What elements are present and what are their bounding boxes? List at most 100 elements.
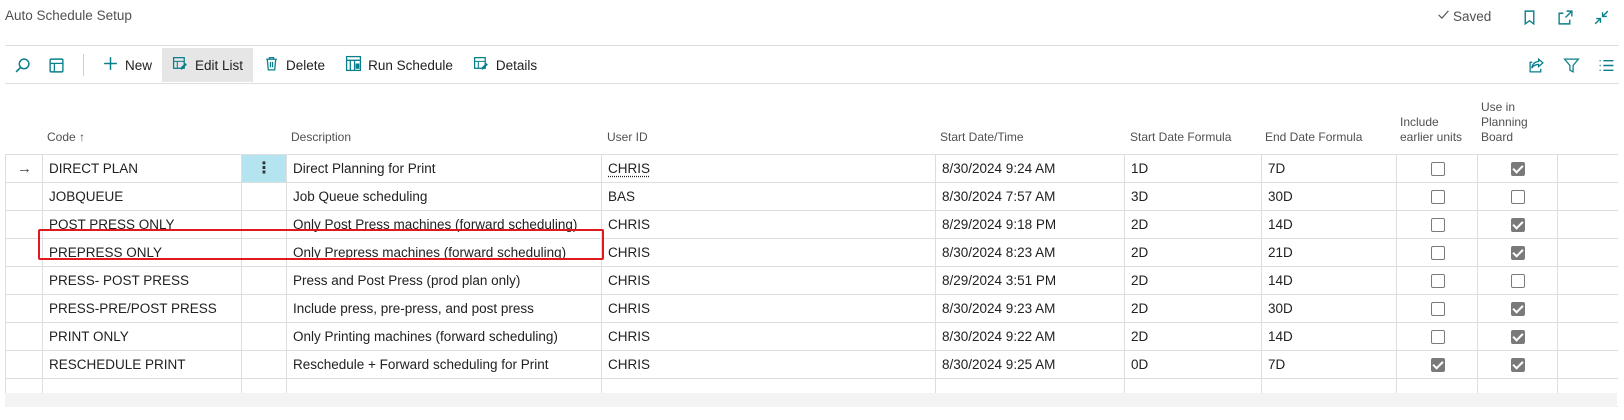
include-earlier-checkbox[interactable] — [1431, 302, 1445, 316]
cell-description[interactable]: Only Post Press machines (forward schedu… — [293, 211, 598, 238]
include-earlier-checkbox[interactable] — [1431, 162, 1445, 176]
run-schedule-button[interactable]: Run Schedule — [335, 48, 463, 82]
cell-start-datetime[interactable]: 8/30/2024 9:25 AM — [942, 351, 1122, 378]
include-earlier-checkbox[interactable] — [1431, 218, 1445, 232]
table-row[interactable]: POST PRESS ONLY Only Post Press machines … — [6, 211, 1618, 239]
collapse-icon[interactable] — [1590, 6, 1612, 28]
cell-code[interactable]: POST PRESS ONLY — [49, 211, 239, 238]
use-planning-checkbox[interactable] — [1511, 190, 1525, 204]
include-earlier-checkbox[interactable] — [1431, 330, 1445, 344]
cell-end-formula[interactable]: 30D — [1268, 183, 1393, 210]
use-planning-checkbox[interactable] — [1511, 274, 1525, 288]
cell-start-datetime[interactable]: 8/30/2024 8:23 AM — [942, 239, 1122, 266]
include-earlier-checkbox[interactable] — [1431, 274, 1445, 288]
table-row[interactable]: PRESS-PRE/POST PRESS Include press, pre-p… — [6, 295, 1618, 323]
table-row[interactable]: PREPRESS ONLY Only Prepress machines (for… — [6, 239, 1618, 267]
table-row[interactable]: → ⋮ DIRECT PLAN Direct Planning for Print CH… — [6, 155, 1618, 183]
use-planning-checkbox[interactable] — [1511, 358, 1525, 372]
col-header-end-formula[interactable]: End Date Formula — [1265, 130, 1362, 145]
grid-header: Code ↑ Description User ID Start Date/Ti… — [5, 93, 1617, 153]
cell-end-formula[interactable]: 14D — [1268, 211, 1393, 238]
bookmark-icon[interactable] — [1518, 6, 1540, 28]
cell-start-datetime[interactable]: 8/30/2024 9:24 AM — [942, 155, 1122, 182]
cell-start-formula[interactable]: 2D — [1131, 267, 1256, 294]
cell-start-formula[interactable]: 2D — [1131, 295, 1256, 322]
use-planning-checkbox[interactable] — [1511, 218, 1525, 232]
cell-code[interactable]: PREPRESS ONLY — [49, 239, 239, 266]
cell-description[interactable]: Job Queue scheduling — [293, 183, 598, 210]
use-planning-checkbox[interactable] — [1511, 246, 1525, 260]
filter-icon[interactable] — [1560, 54, 1582, 76]
col-header-user-id[interactable]: User ID — [607, 130, 648, 145]
use-planning-checkbox[interactable] — [1511, 330, 1525, 344]
layout-icon[interactable] — [39, 48, 73, 82]
include-earlier-checkbox[interactable] — [1431, 246, 1445, 260]
new-button[interactable]: New — [92, 48, 162, 82]
cell-start-formula[interactable]: 2D — [1131, 323, 1256, 350]
cell-description[interactable]: Press and Post Press (prod plan only) — [293, 267, 598, 294]
cell-end-formula[interactable]: 7D — [1268, 351, 1393, 378]
table-row[interactable]: PRESS- POST PRESS Press and Post Press (p… — [6, 267, 1618, 295]
include-earlier-checkbox[interactable] — [1431, 190, 1445, 204]
details-button[interactable]: Details — [463, 48, 547, 82]
cell-code[interactable]: DIRECT PLAN — [49, 155, 239, 182]
search-icon[interactable] — [5, 48, 39, 82]
table-row[interactable]: PRINT ONLY Only Printing machines (forwar… — [6, 323, 1618, 351]
list-icon[interactable] — [1595, 54, 1617, 76]
cell-start-datetime[interactable]: 8/30/2024 9:23 AM — [942, 295, 1122, 322]
cell-user-id[interactable]: CHRIS — [608, 239, 928, 266]
cell-code[interactable]: PRESS-PRE/POST PRESS — [49, 295, 239, 322]
cell-end-formula[interactable]: 7D — [1268, 155, 1393, 182]
cell-user-id[interactable]: CHRIS — [608, 323, 928, 350]
cell-start-formula[interactable]: 0D — [1131, 351, 1256, 378]
cell-start-datetime[interactable]: 8/29/2024 9:18 PM — [942, 211, 1122, 238]
cell-start-formula[interactable]: 3D — [1131, 183, 1256, 210]
cell-end-formula[interactable]: 14D — [1268, 323, 1393, 350]
cell-start-formula[interactable]: 2D — [1131, 239, 1256, 266]
column-divider — [1477, 211, 1478, 238]
cell-user-id[interactable]: CHRIS — [608, 295, 928, 322]
cell-user-id[interactable]: BAS — [608, 183, 928, 210]
checkmark-icon — [1437, 8, 1450, 24]
cell-description[interactable]: Only Prepress machines (forward scheduli… — [293, 239, 598, 266]
column-divider — [1261, 267, 1262, 294]
cell-description[interactable]: Reschedule + Forward scheduling for Prin… — [293, 351, 598, 378]
cell-description[interactable]: Include press, pre-press, and post press — [293, 295, 598, 322]
include-earlier-checkbox[interactable] — [1431, 358, 1445, 372]
share-icon[interactable] — [1525, 54, 1547, 76]
cell-start-datetime[interactable]: 8/30/2024 9:22 AM — [942, 323, 1122, 350]
table-row[interactable]: JOBQUEUE Job Queue scheduling BAS 8/30/2024… — [6, 183, 1618, 211]
cell-end-formula[interactable]: 21D — [1268, 239, 1393, 266]
col-header-use-planning[interactable]: Use in Planning Board — [1481, 100, 1528, 145]
cell-start-datetime[interactable]: 8/29/2024 3:51 PM — [942, 267, 1122, 294]
column-divider — [241, 351, 242, 378]
cell-user-id[interactable]: CHRIS — [608, 155, 928, 182]
open-new-icon[interactable] — [1554, 6, 1576, 28]
cell-description[interactable]: Only Printing machines (forward scheduli… — [293, 323, 598, 350]
col-header-start-formula[interactable]: Start Date Formula — [1130, 130, 1231, 145]
cell-start-formula[interactable]: 2D — [1131, 211, 1256, 238]
cell-end-formula[interactable]: 30D — [1268, 295, 1393, 322]
cell-code[interactable]: JOBQUEUE — [49, 183, 239, 210]
cell-code[interactable]: RESCHEDULE PRINT — [49, 351, 239, 378]
cell-user-id[interactable]: CHRIS — [608, 267, 928, 294]
row-actions-button[interactable]: ⋮ — [242, 155, 286, 182]
cell-end-formula[interactable]: 14D — [1268, 267, 1393, 294]
col-header-start-datetime[interactable]: Start Date/Time — [940, 130, 1024, 145]
cell-start-formula[interactable]: 1D — [1131, 155, 1256, 182]
edit-list-button[interactable]: Edit List — [162, 48, 254, 82]
col-header-include-earlier[interactable]: Include earlier units — [1400, 115, 1462, 145]
col-header-description[interactable]: Description — [291, 130, 351, 145]
col-header-code[interactable]: Code ↑ — [47, 130, 85, 145]
use-planning-checkbox[interactable] — [1511, 162, 1525, 176]
cell-description[interactable]: Direct Planning for Print — [293, 155, 598, 182]
table-row[interactable]: RESCHEDULE PRINT Reschedule + Forward sch… — [6, 351, 1618, 379]
cell-start-datetime[interactable]: 8/30/2024 7:57 AM — [942, 183, 1122, 210]
delete-button[interactable]: Delete — [253, 48, 335, 82]
use-planning-checkbox[interactable] — [1511, 302, 1525, 316]
cell-user-id[interactable]: CHRIS — [608, 211, 928, 238]
action-bar: New Edit List Delete Run Schedule Detail… — [5, 48, 1619, 82]
cell-user-id[interactable]: CHRIS — [608, 351, 928, 378]
cell-code[interactable]: PRESS- POST PRESS — [49, 267, 239, 294]
cell-code[interactable]: PRINT ONLY — [49, 323, 239, 350]
